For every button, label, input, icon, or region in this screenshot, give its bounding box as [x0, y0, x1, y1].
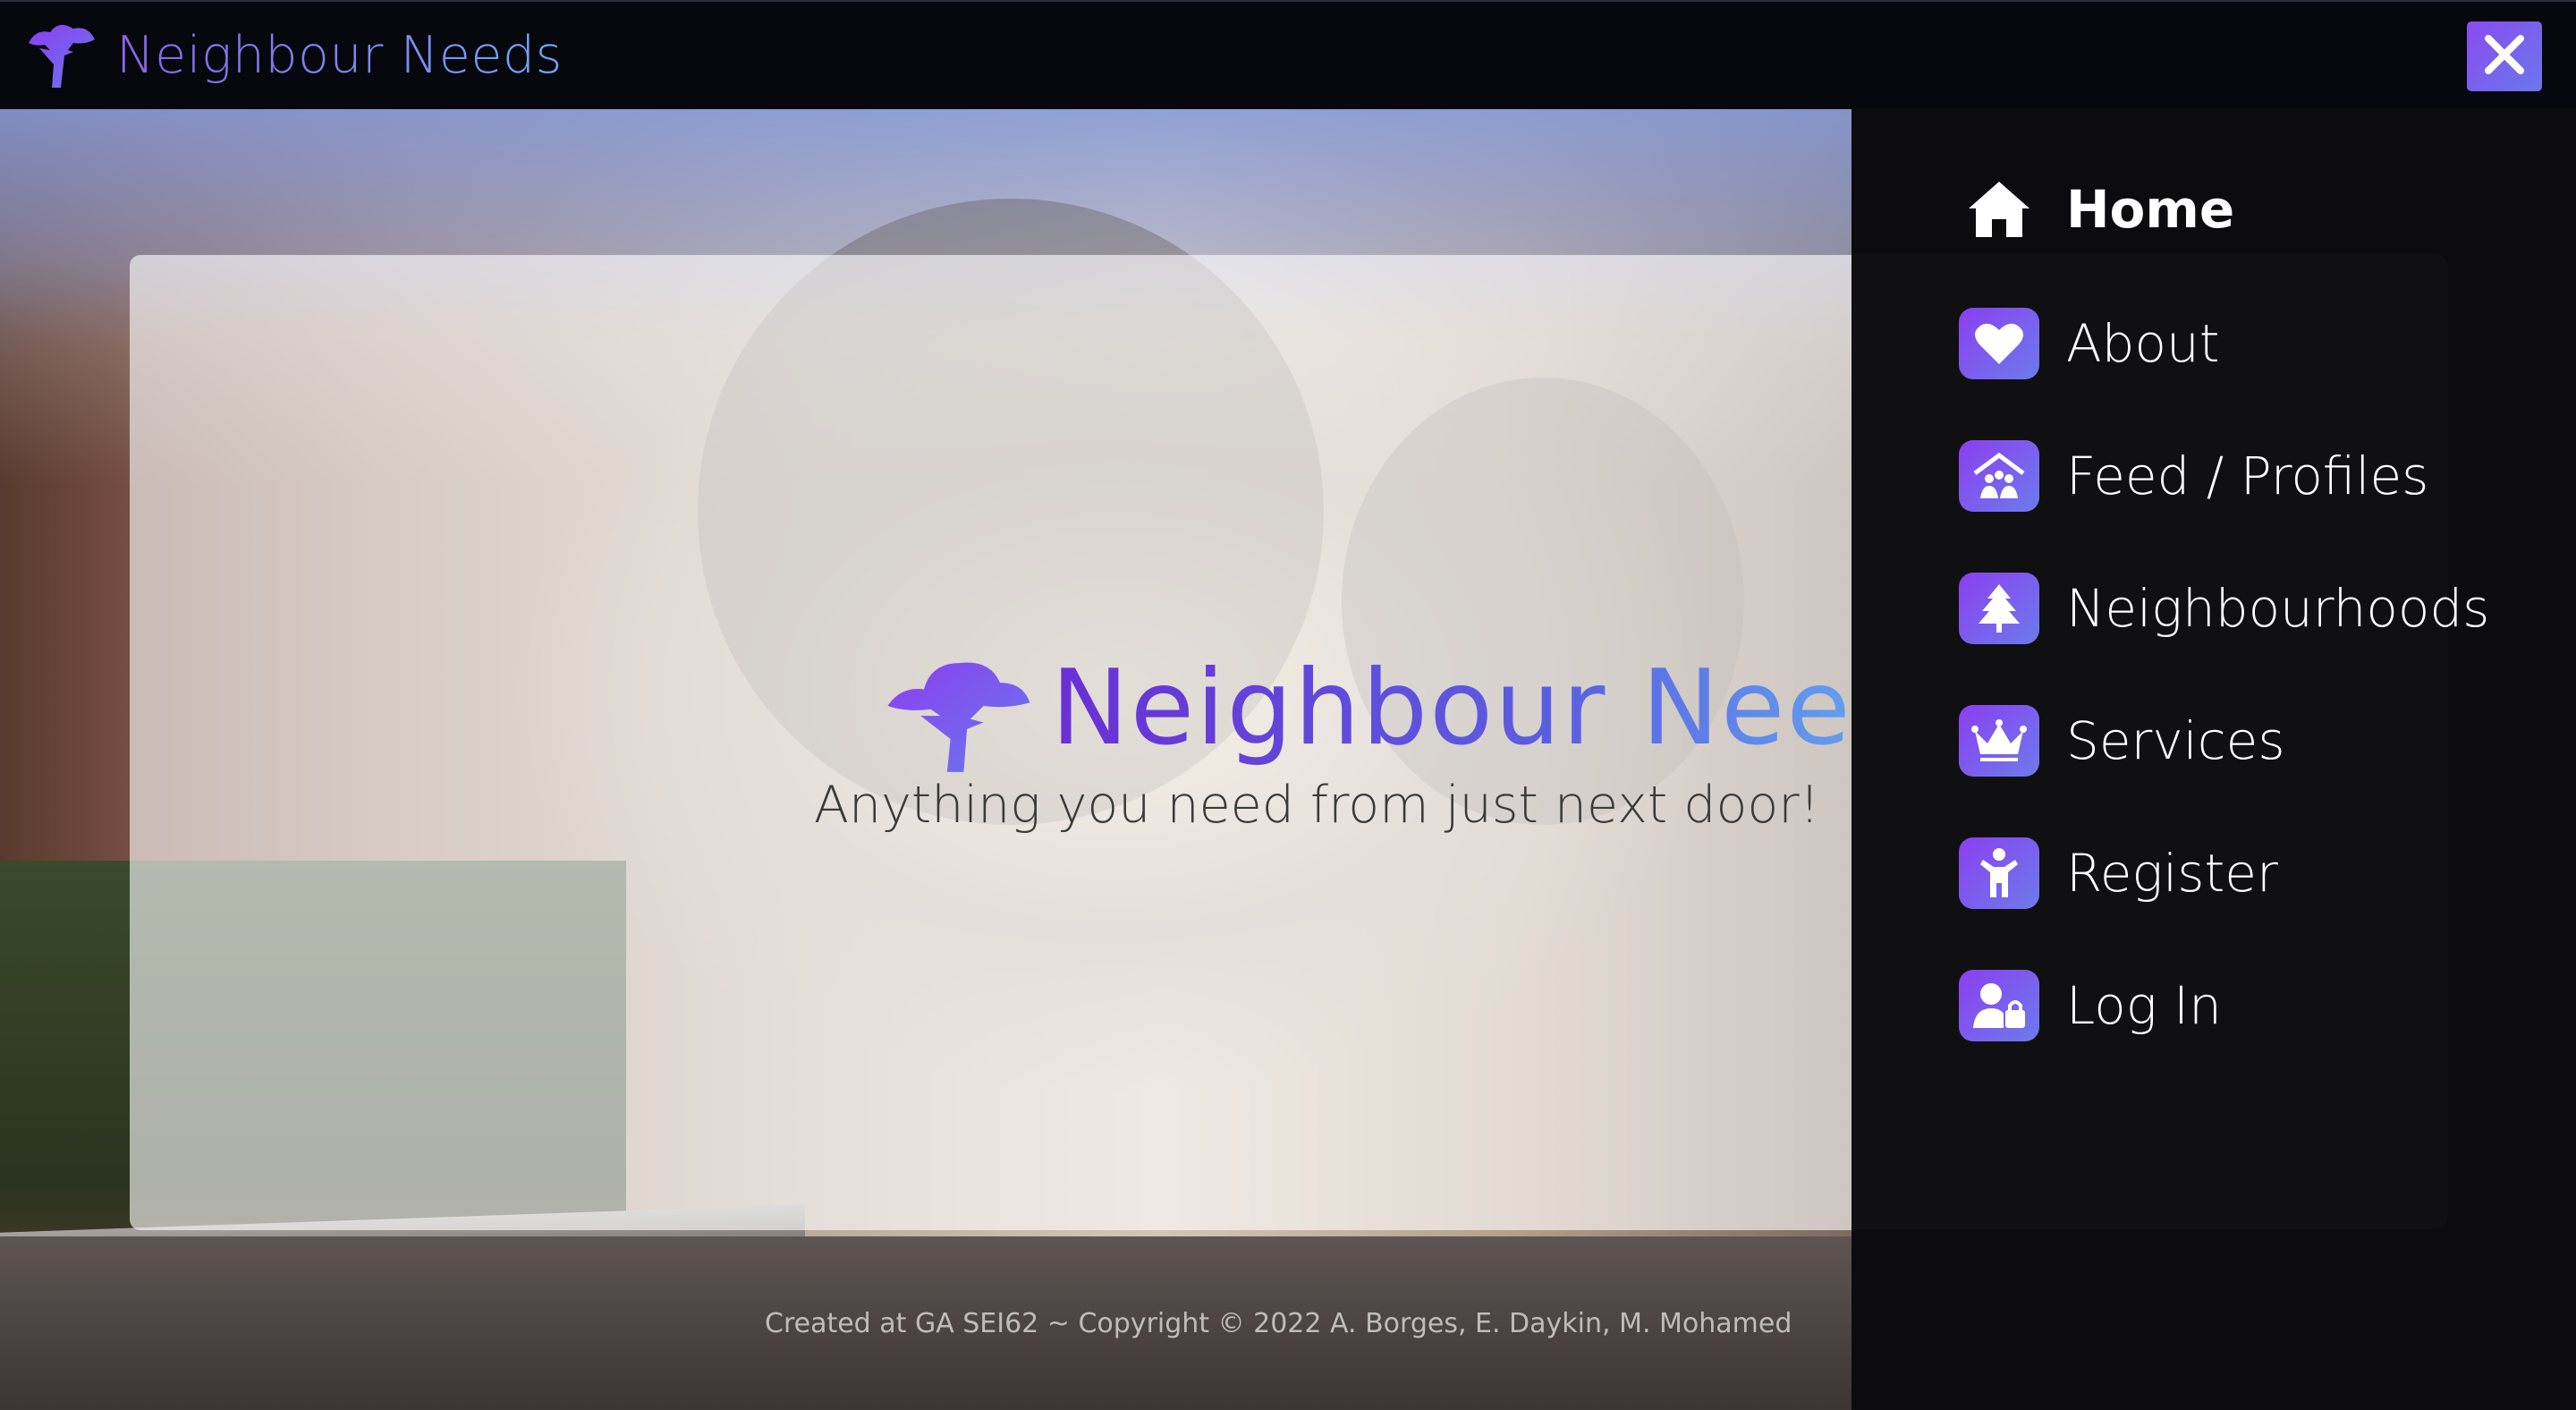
tree-logo-icon [881, 640, 1033, 776]
menu-item-home[interactable]: Home [1959, 174, 2234, 245]
menu-label-about: About [2066, 313, 2220, 374]
side-menu: Home About Feed / Profiles Neighbourhood… [1852, 109, 2576, 1410]
hero-title-text: Neighbour Needs [1051, 647, 1976, 769]
people-house-icon [1959, 440, 2039, 512]
tree-icon [1959, 573, 2039, 644]
hero-tagline: Anything you need from just next door! [814, 776, 1820, 835]
heart-icon [1959, 308, 2039, 379]
menu-label-login: Log In [2066, 975, 2222, 1036]
menu-item-feed-profiles[interactable]: Feed / Profiles [1959, 440, 2428, 512]
menu-label-feed-profiles: Feed / Profiles [2066, 446, 2429, 506]
hero-panel: Neighbour Needs Anything you need from j… [130, 255, 1974, 1230]
person-icon [1959, 837, 2039, 909]
menu-label-services: Services [2066, 710, 2285, 771]
menu-label-register: Register [2066, 843, 2278, 904]
menu-item-neighbourhoods[interactable]: Neighbourhoods [1959, 573, 2489, 644]
home-icon [1959, 174, 2039, 245]
top-navbar: Neighbour Needs [0, 0, 2576, 109]
menu-item-login[interactable]: Log In [1959, 970, 2222, 1041]
crown-icon [1959, 705, 2039, 777]
menu-item-about[interactable]: About [1959, 308, 2219, 379]
user-lock-icon [1959, 970, 2039, 1041]
menu-item-services[interactable]: Services [1959, 705, 2285, 777]
menu-item-register[interactable]: Register [1959, 837, 2278, 909]
hero-title: Neighbour Needs [881, 640, 1976, 776]
menu-label-home: Home [2066, 179, 2235, 240]
close-menu-button[interactable] [2467, 21, 2542, 91]
brand-name: Neighbour Needs [116, 26, 563, 85]
tree-logo-icon [20, 18, 102, 93]
footer-credits: Created at GA SEI62 ~ Copyright © 2022 A… [765, 1308, 1792, 1339]
menu-label-neighbourhoods: Neighbourhoods [2066, 578, 2490, 639]
close-icon [2481, 31, 2528, 81]
brand[interactable]: Neighbour Needs [20, 18, 563, 93]
